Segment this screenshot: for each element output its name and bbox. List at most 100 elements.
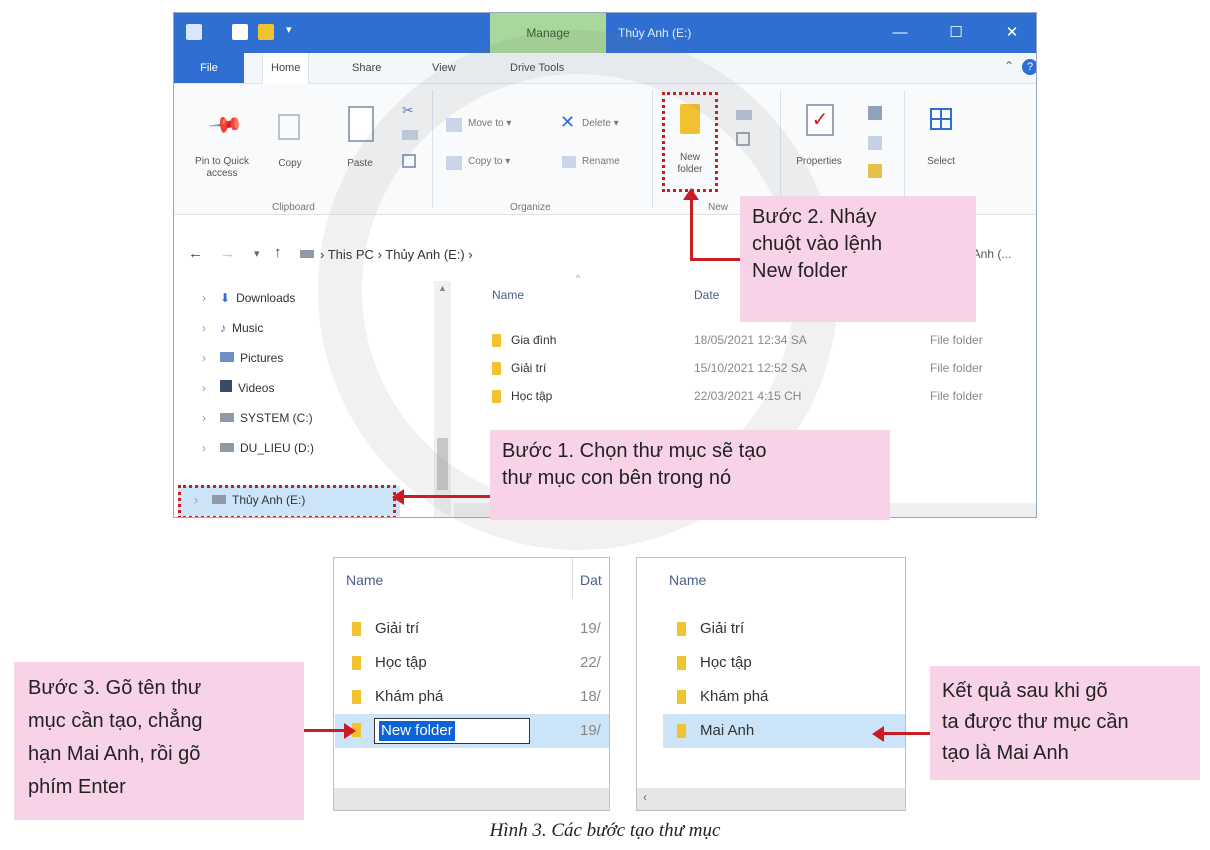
folder-icon [677,690,686,705]
properties-quick-icon[interactable] [232,24,248,40]
list-item[interactable]: Khám phá [352,684,443,710]
paste-shortcut-icon[interactable] [402,154,416,168]
folder-icon [352,690,361,705]
list-item[interactable]: Giải trí [677,616,744,642]
nav-item-system-c[interactable]: › SYSTEM (C:) [202,407,313,429]
history-icon[interactable] [868,164,882,178]
paste-icon [348,106,374,142]
file-row[interactable]: Giải trí [492,357,546,379]
column-header-date[interactable]: Dat [580,572,602,588]
pictures-icon [220,352,234,362]
copy-button[interactable]: Copy [270,158,310,170]
callout-result: Kết quả sau khi gõ ta được thư mục cần t… [930,666,1200,780]
folder-name-input[interactable]: New folder [374,718,530,744]
back-arrow-icon[interactable]: ← [188,245,203,262]
column-header-name[interactable]: Name [492,288,524,302]
callout-step3: Bước 3. Gõ tên thư mục cần tạo, chẳng hạ… [14,662,304,820]
drive-icon [300,250,314,258]
nav-item-videos[interactable]: › Videos [202,377,274,399]
breadcrumb-drive[interactable]: Thủy Anh (E:) [385,247,464,262]
nav-item-downloads[interactable]: › ⬇ Downloads [202,287,295,309]
list-item-date: 19/ [580,722,601,739]
tab-drive-tools[interactable]: Drive Tools [502,53,572,83]
file-type: File folder [930,333,983,347]
list-item-date: 19/ [580,620,601,637]
step1-arrow-line [402,495,490,498]
maximize-button[interactable]: ☐ [928,13,984,53]
file-row[interactable]: Học tập [492,385,552,407]
list-item[interactable]: Giải trí [352,616,419,642]
pin-to-quick-access-button[interactable]: Pin to Quick access [182,156,262,180]
nav-item-pictures[interactable]: › Pictures [202,347,283,369]
copy-to-button[interactable]: Copy to ▾ [468,156,510,167]
list-item[interactable]: Học tập [352,650,427,676]
move-to-icon [446,118,462,132]
forward-arrow-icon[interactable]: → [220,245,235,262]
title-bar[interactable]: ▾ Manage Thủy Anh (E:) — ☐ ✕ [174,13,1036,53]
recent-locations-icon[interactable]: ▾ [254,247,260,260]
chevron-right-icon[interactable]: › [202,347,220,369]
arrow-right-icon [344,723,356,739]
arrow-left-icon [872,726,884,742]
column-header-date[interactable]: Date [694,288,719,302]
delete-icon: ✕ [560,112,576,132]
organize-group-label: Organize [510,202,551,213]
nav-scrollbar-thumb[interactable] [437,438,448,490]
rename-button[interactable]: Rename [582,156,620,167]
tab-share[interactable]: Share [344,53,389,83]
properties-button[interactable]: Properties [786,156,852,168]
list-item[interactable]: Học tập [677,650,752,676]
folder-icon [352,622,361,637]
close-button[interactable]: ✕ [984,13,1036,53]
manage-context-tab[interactable]: Manage [490,13,606,53]
open-icon[interactable] [868,106,882,120]
easy-access-icon[interactable] [736,132,750,146]
delete-button[interactable]: Delete ▾ [582,118,619,129]
quick-access-dropdown-icon[interactable]: ▾ [286,23,292,36]
tab-view[interactable]: View [424,53,464,83]
help-icon[interactable]: ? [1022,59,1036,75]
new-folder-quick-icon[interactable] [258,24,274,40]
collapse-ribbon-icon[interactable]: ⌃ [1004,59,1014,73]
list-item[interactable]: Khám phá [677,684,768,710]
properties-icon: ✓ [806,104,834,136]
chevron-right-icon[interactable]: › [202,377,220,399]
tab-home[interactable]: Home [262,53,310,84]
figure-caption: Hình 3. Các bước tạo thư mục [489,820,721,841]
horizontal-scrollbar[interactable] [637,788,905,810]
download-icon: ⬇ [220,291,231,305]
chevron-right-icon[interactable]: › [202,287,220,309]
folder-name-input-text[interactable]: New folder [379,721,455,741]
copy-path-icon[interactable] [402,130,418,140]
chevron-right-icon[interactable]: › [202,437,220,459]
column-header-name[interactable]: Name [346,572,383,588]
horizontal-scrollbar[interactable] [334,788,609,810]
explorer-icon [186,24,202,40]
chevron-right-icon[interactable]: › [202,317,220,339]
file-type: File folder [930,389,983,403]
list-item-date: 22/ [580,654,601,671]
scroll-up-icon[interactable]: ▲ [438,283,447,293]
minimize-button[interactable]: — [872,13,928,53]
ribbon-tabs: File Home Share View Drive Tools ⌃ ? [174,53,1036,84]
file-row[interactable]: Gia đình [492,329,556,351]
select-icon [930,108,952,130]
folder-icon [492,390,501,404]
nav-item-music[interactable]: › ♪ Music [202,317,263,339]
paste-button[interactable]: Paste [338,158,382,170]
new-item-icon[interactable] [736,110,752,120]
nav-item-du-lieu-d[interactable]: › DU_LIEU (D:) [202,437,314,459]
cut-icon[interactable]: ✂ [402,102,414,119]
scroll-left-icon[interactable]: ‹ [643,790,647,804]
move-to-button[interactable]: Move to ▾ [468,118,511,129]
column-header-name[interactable]: Name [669,572,706,588]
list-item-new-folder[interactable]: Mai Anh [677,718,754,744]
select-button[interactable]: Select [916,156,966,168]
edit-icon[interactable] [868,136,882,150]
chevron-right-icon[interactable]: › [202,407,220,429]
step3-arrow-line [304,729,346,732]
up-arrow-icon[interactable]: ↑ [274,244,282,261]
tab-file[interactable]: File [174,53,244,83]
arrow-up-icon [683,188,699,200]
breadcrumb-this-pc[interactable]: This PC [328,247,374,262]
